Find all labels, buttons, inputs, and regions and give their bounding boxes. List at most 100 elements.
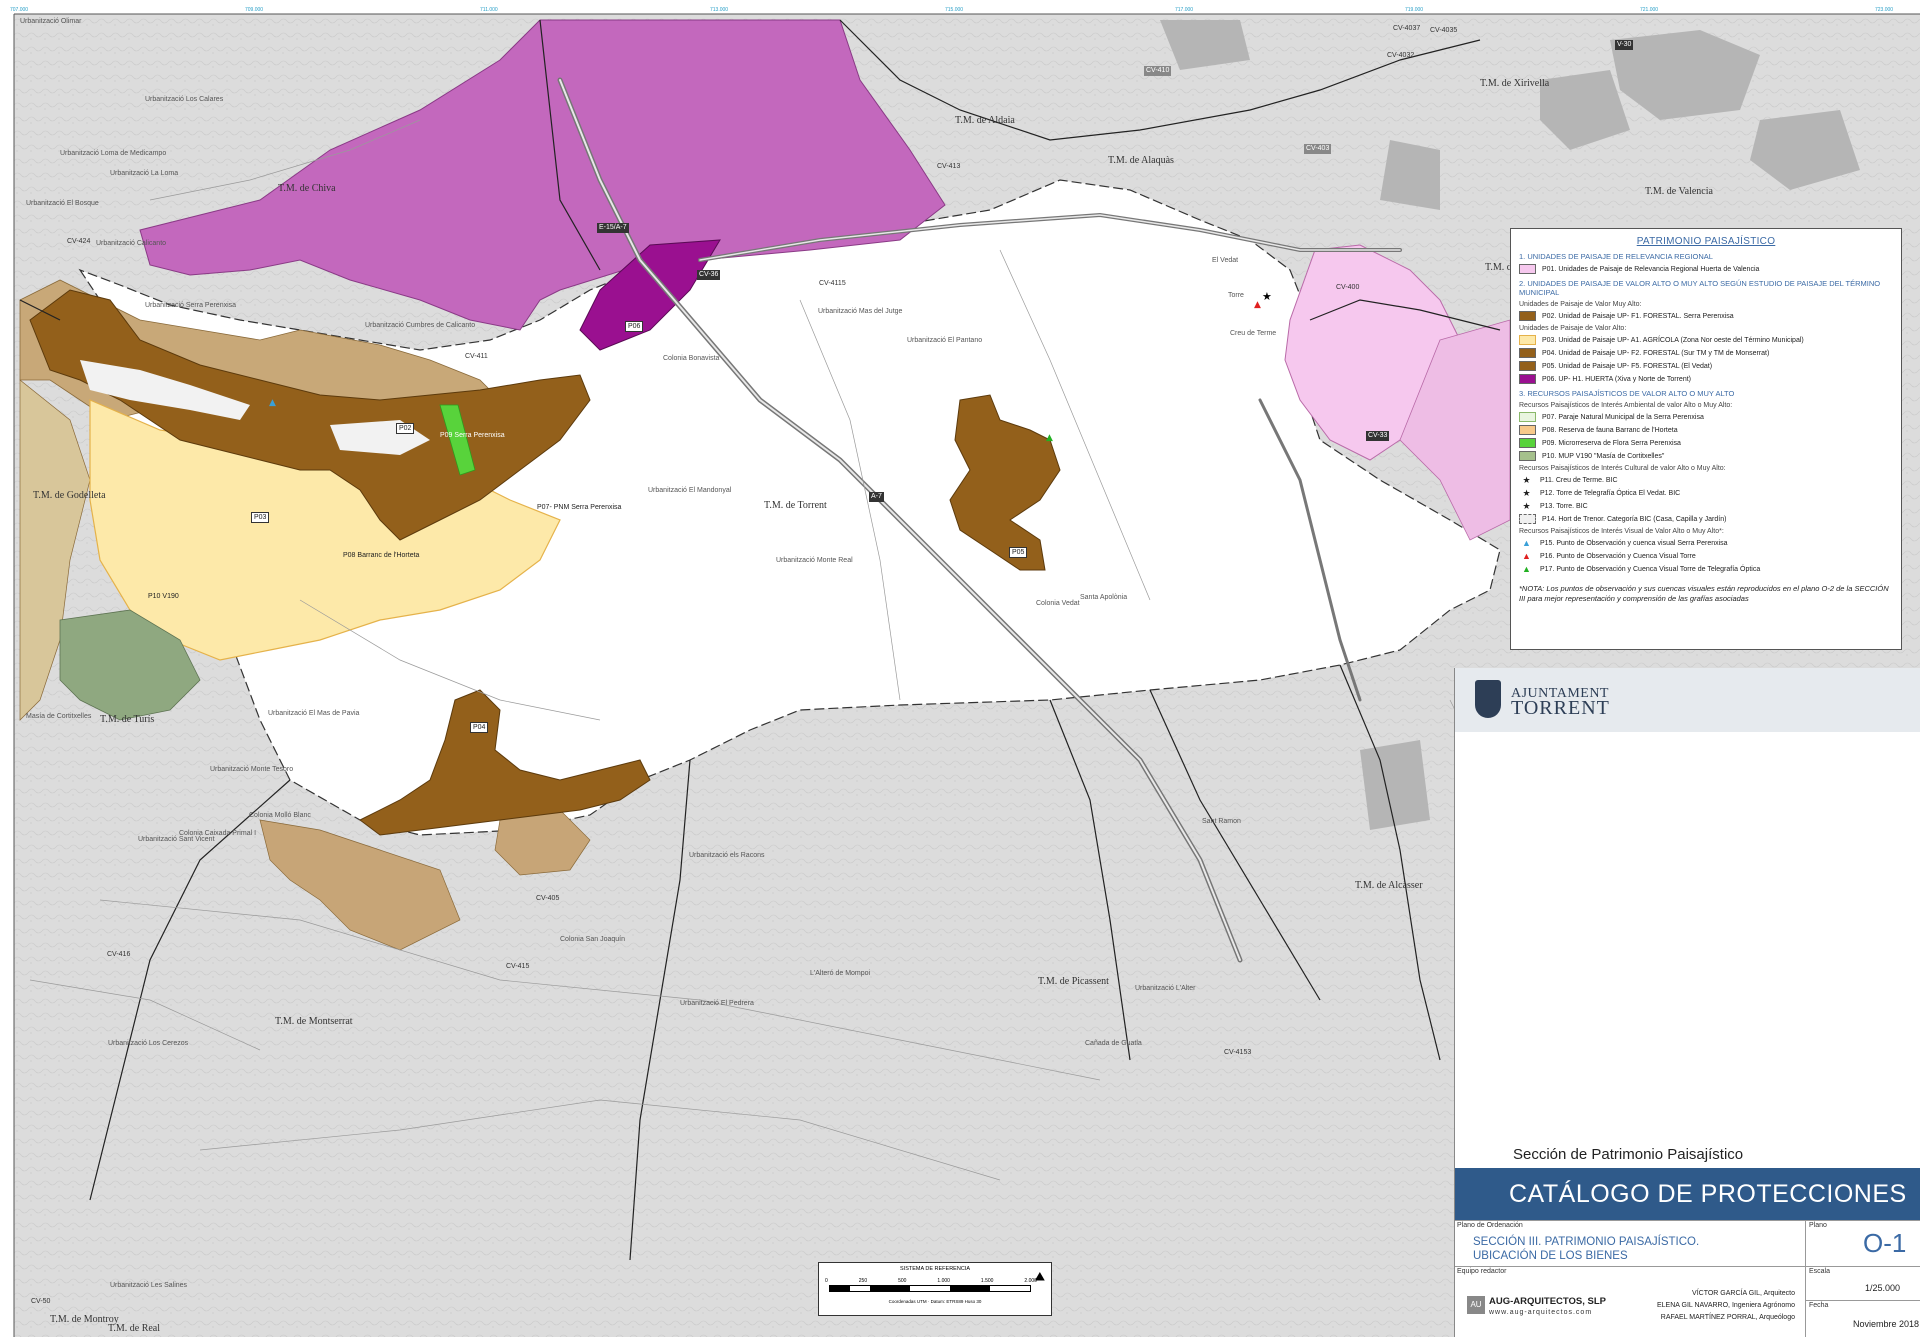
legend-title: PATRIMONIO PAISAJÍSTICO: [1636, 236, 1776, 247]
legend-item-p13[interactable]: ★ P13. Torre. BIC: [1519, 501, 1901, 511]
place-label: Urbanització El Pantano: [907, 337, 983, 344]
swatch-olive: [1519, 451, 1536, 461]
label-godelleta: T.M. de Godelleta: [33, 490, 106, 501]
place-label: Urbanització L'Alter: [1135, 985, 1196, 992]
legend-item-p09[interactable]: P09. Microrreserva de Flora Serra Perenx…: [1519, 438, 1901, 448]
scale-ticks: 0 250 500 1.000 1.500 2.000: [825, 1278, 1037, 1284]
legend-item-p14[interactable]: P14. Hort de Trenor. Categoría BIC (Casa…: [1519, 514, 1901, 524]
svg-text:709.000: 709.000: [245, 7, 263, 13]
place-label: Urbanització Calicanto: [96, 240, 167, 247]
legend-section-3: 3. RECURSOS PAISAJÍSTICOS DE VALOR ALTO …: [1519, 389, 1735, 398]
swatch-magenta: [1519, 374, 1536, 384]
place-label: Urbanització Monte Real: [776, 557, 853, 564]
tag-p06[interactable]: P06: [625, 321, 644, 332]
fecha-label: Fecha: [1809, 1302, 1829, 1309]
legend-section-1: 1. UNIDADES DE PAISAJE DE RELEVANCIA REG…: [1519, 252, 1713, 261]
label-alcasser: T.M. de Alcàsser: [1355, 880, 1423, 891]
svg-text:▲: ▲: [269, 398, 276, 408]
scale-footer: Coordenadas UTM · Datum: ETRS89 Huso 30: [888, 1299, 982, 1304]
tag-p07[interactable]: P07- PNM Serra Perenxisa: [537, 504, 621, 511]
legend-item-p11[interactable]: ★ P11. Creu de Terme. BIC: [1519, 475, 1901, 485]
swatch-pink: [1519, 264, 1536, 274]
legend-text: P06. UP- H1. HUERTA (Xiva y Norte de Tor…: [1542, 375, 1691, 383]
logo-line2: TORRENT: [1511, 697, 1610, 719]
tag-p10[interactable]: P10 V190: [148, 593, 179, 600]
legend-item-p07[interactable]: P07. Paraje Natural Municipal de la Serr…: [1519, 412, 1901, 422]
scale-tick: 1.500: [980, 1278, 994, 1284]
legend-item-p01[interactable]: P01. Unidades de Paisaje de Relevancia R…: [1519, 264, 1901, 274]
swatch-dashed: [1519, 514, 1536, 524]
place-label: Urbanització La Loma: [110, 170, 179, 177]
legend-text: P17. Punto de Observación y Cuenca Visua…: [1540, 565, 1761, 573]
tag-p04[interactable]: P04: [470, 722, 489, 733]
label-xirivella: T.M. de Xirivella: [1480, 78, 1550, 89]
road-cv403: CV-403: [1304, 144, 1332, 154]
swatch-brown: [1519, 348, 1536, 358]
svg-text:719.000: 719.000: [1405, 7, 1423, 13]
legend-sub-alto: Unidades de Paisaje de Valor Alto:: [1519, 325, 1627, 332]
logo-band: AJUNTAMENT TORRENT: [1455, 668, 1920, 732]
plan-title-1: SECCIÓN III. PATRIMONIO PAISAJÍSTICO.: [1473, 1236, 1700, 1248]
road-v30: V-30: [1615, 40, 1634, 50]
place-label: Urbanització els Racons: [689, 852, 765, 859]
place-label: Colonia Bonavista: [663, 355, 720, 362]
legend-text: P16. Punto de Observación y Cuenca Visua…: [1540, 552, 1696, 560]
swatch-yellow: [1519, 335, 1536, 345]
swatch-brown: [1519, 311, 1536, 321]
legend-text: P11. Creu de Terme. BIC: [1540, 476, 1618, 484]
tag-p05[interactable]: P05: [1009, 547, 1028, 558]
road-cv410: CV-410: [1144, 66, 1172, 76]
place-label: Urbanització Los Calares: [145, 96, 224, 103]
swatch-orange: [1519, 425, 1536, 435]
legend-item-p17[interactable]: ▲ P17. Punto de Observación y Cuenca Visu…: [1519, 564, 1901, 574]
svg-text:715.000: 715.000: [945, 7, 963, 13]
svg-text:▲: ▲: [1254, 300, 1261, 310]
legend-text: P01. Unidades de Paisaje de Relevancia R…: [1542, 265, 1760, 273]
tag-p03[interactable]: P03: [251, 512, 270, 523]
svg-text:711.000: 711.000: [480, 7, 498, 13]
legend-item-p08[interactable]: P08. Reserva de fauna Barranc de l'Horte…: [1519, 425, 1901, 435]
legend-sub-visual: Recursos Paisajísticos de Interés Visual…: [1519, 528, 1724, 535]
legend-item-p16[interactable]: ▲ P16. Punto de Observación y Cuenca Visu…: [1519, 551, 1901, 561]
place-label: Sant Ramon: [1202, 818, 1241, 825]
scale-tick: 250: [858, 1278, 868, 1284]
road-cv416: CV-416: [107, 951, 131, 958]
road-cv4032: CV-4032: [1387, 52, 1415, 59]
place-label: Urbanització El Mas de Pavia: [268, 710, 360, 717]
legend-item-p10[interactable]: P10. MUP V190 "Masía de Cortitxelles": [1519, 451, 1901, 461]
legend-item-p05[interactable]: P05. Unidad de Paisaje UP- F5. FORESTAL …: [1519, 361, 1901, 371]
road-cv4037: CV-4037: [1393, 25, 1421, 32]
firm-name: AUG-ARQUITECTOS, SLP: [1489, 1296, 1606, 1307]
legend-note: *NOTA: Los puntos de observación y sus c…: [1519, 584, 1889, 603]
legend-section-2: 2. UNIDADES DE PAISAJE DE VALOR ALTO O M…: [1519, 279, 1881, 297]
legend-text: P15. Punto de Observación y cuenca visua…: [1540, 539, 1728, 547]
tag-p09[interactable]: P09 Serra Perenxisa: [440, 432, 505, 439]
equipo-label: Equipo redactor: [1457, 1268, 1507, 1275]
label-chiva: T.M. de Chiva: [278, 183, 336, 194]
legend-text: P13. Torre. BIC: [1540, 502, 1588, 510]
place-label: El Vedat: [1212, 257, 1239, 264]
legend-item-p15[interactable]: ▲ P15. Punto de Observación y cuenca visu…: [1519, 538, 1901, 548]
person-3: RAFAEL MARTÍNEZ PORRAL, Arqueólogo: [1660, 1314, 1795, 1321]
label-alaquas: T.M. de Alaquàs: [1108, 155, 1174, 166]
title-block: AJUNTAMENT TORRENT Sección de Patrimonio…: [1454, 668, 1920, 1337]
legend-item-p12[interactable]: ★ P12. Torre de Telegrafía Óptica El Veda…: [1519, 488, 1901, 498]
legend-item-p02[interactable]: P02. Unidad de Paisaje UP- F1. FORESTAL.…: [1519, 311, 1901, 321]
road-e15-a7: E-15/A-7: [597, 223, 629, 233]
section-title: Sección de Patrimonio Paisajístico: [1513, 1146, 1744, 1163]
place-label: Torre: [1228, 292, 1244, 299]
star-icon: ★: [1522, 501, 1531, 511]
label-montserrat: T.M. de Montserrat: [275, 1016, 353, 1027]
tag-p02[interactable]: P02: [396, 423, 415, 434]
svg-text:707.000: 707.000: [10, 7, 28, 13]
legend-text: P09. Microrreserva de Flora Serra Perenx…: [1542, 439, 1681, 447]
legend-panel: PATRIMONIO PAISAJÍSTICO 1. UNIDADES DE P…: [1510, 228, 1902, 650]
escala-value: 1/25.000: [1865, 1283, 1901, 1293]
tag-p08[interactable]: P08 Barranc de l'Horteta: [343, 552, 419, 559]
firm-web[interactable]: www.aug-arquitectos.com: [1489, 1309, 1592, 1316]
legend-item-p04[interactable]: P04. Unidad de Paisaje UP- F2. FORESTAL …: [1519, 348, 1901, 358]
legend-item-p06[interactable]: P06. UP- H1. HUERTA (Xiva y Norte de Tor…: [1519, 374, 1901, 384]
plano-ordenacion-label: Plano de Ordenación: [1457, 1222, 1523, 1229]
triangle-icon: ▲: [1522, 564, 1531, 574]
legend-item-p03[interactable]: P03. Unidad de Paisaje UP- A1. AGRÍCOLA …: [1519, 335, 1901, 345]
